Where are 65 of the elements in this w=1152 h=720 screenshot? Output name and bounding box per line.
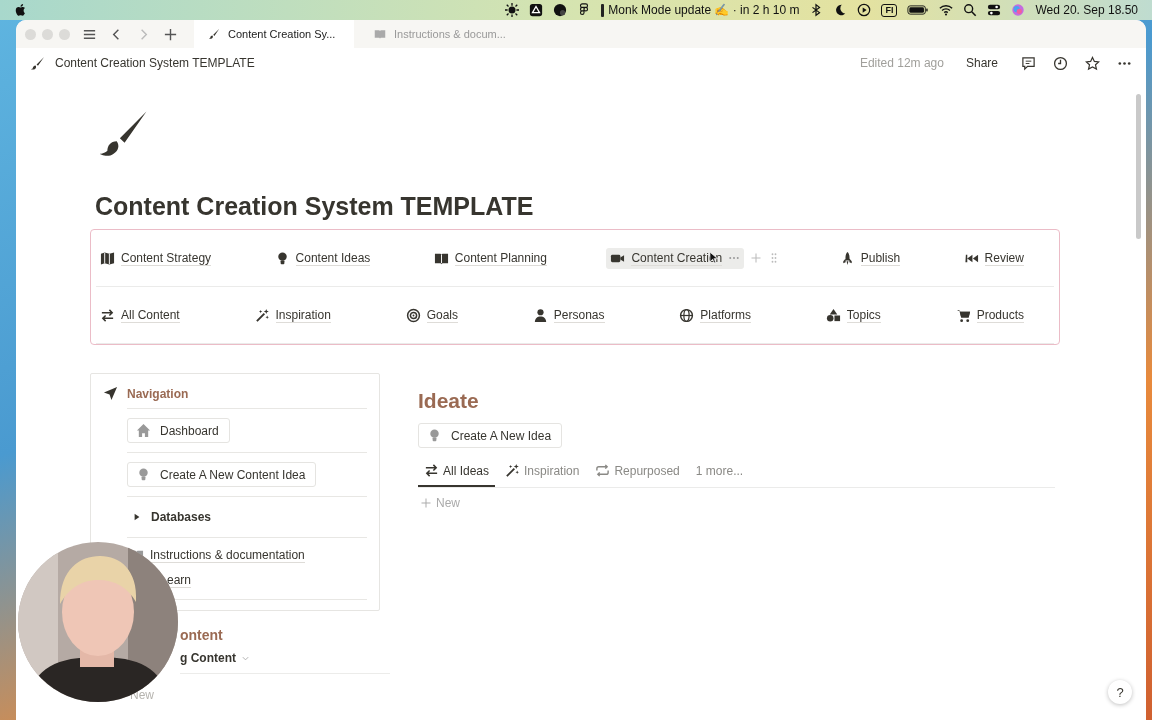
map-icon	[100, 250, 115, 266]
search-icon[interactable]	[963, 3, 978, 17]
page-link[interactable]: Personas	[528, 304, 609, 326]
page-link[interactable]: Review	[959, 247, 1028, 269]
page-link[interactable]: Topics	[821, 304, 885, 326]
cart-icon	[955, 307, 971, 323]
page-link[interactable]: Publish	[835, 247, 905, 269]
location-arrow-icon	[103, 386, 118, 401]
globe-icon	[679, 307, 695, 323]
apple-icon[interactable]	[14, 3, 28, 17]
page-link[interactable]: Content Strategy	[96, 247, 216, 269]
view-tab[interactable]: All Ideas	[418, 458, 496, 487]
wifi-icon[interactable]	[939, 3, 954, 17]
edited-time: Edited 12m ago	[859, 56, 944, 70]
comment-icon[interactable]	[1021, 55, 1036, 71]
caret-icon	[133, 513, 141, 521]
focus-event[interactable]: Monk Mode update ✍ · in 2 h 10 m	[608, 3, 800, 17]
more-views-button[interactable]: 1 more...	[689, 458, 750, 487]
new-tab-icon[interactable]	[163, 26, 178, 42]
clock-icon[interactable]	[1053, 55, 1068, 71]
target-icon	[405, 307, 421, 323]
shapes-icon	[825, 307, 841, 323]
lightbulb-icon	[136, 467, 151, 482]
sun-icon[interactable]	[505, 3, 520, 17]
browser-tab[interactable]: Content Creation Sy...	[194, 20, 354, 48]
link-button[interactable]: Create A New Content Idea	[127, 462, 317, 487]
page-link[interactable]: Content Ideas	[270, 247, 375, 269]
lightbulb-icon	[427, 428, 442, 443]
page-link[interactable]: All Content	[96, 304, 184, 326]
control-center-icon[interactable]	[987, 3, 1002, 17]
share-button[interactable]: Share	[959, 56, 1004, 70]
databases-toggle[interactable]: Databases	[127, 506, 218, 528]
battery-icon[interactable]	[907, 3, 930, 17]
star-icon[interactable]	[1085, 55, 1100, 71]
magic-wand-icon	[254, 307, 270, 323]
play-icon[interactable]	[857, 3, 872, 17]
breadcrumb[interactable]: Content Creation System TEMPLATE	[55, 56, 255, 70]
repeat-icon	[595, 463, 611, 478]
house-icon	[136, 423, 151, 438]
page-link[interactable]: Instructions & documentation	[150, 548, 305, 563]
view-selector[interactable]: g Content	[180, 651, 250, 665]
page-link[interactable]: Platforms	[675, 304, 755, 326]
page-link[interactable]: Content Planning	[429, 247, 551, 269]
moon-icon[interactable]	[833, 3, 848, 17]
view-tab[interactable]: Inspiration	[499, 458, 586, 487]
page-title: Content Creation System TEMPLATE	[95, 192, 535, 221]
help-button[interactable]: ?	[1108, 680, 1132, 704]
section-heading: Navigation	[127, 386, 189, 401]
arrows-icon	[100, 307, 115, 323]
person-icon	[532, 307, 548, 323]
page-link[interactable]: Goals	[401, 304, 463, 326]
clock[interactable]: Wed 20. Sep 18.50	[1035, 3, 1138, 17]
book-icon	[374, 28, 386, 40]
arrows-icon	[424, 463, 439, 478]
view-tab[interactable]: Repurposed	[589, 458, 686, 487]
magic-wand-icon	[505, 463, 521, 478]
triangle-icon[interactable]	[529, 3, 544, 17]
section-heading: ontent	[180, 627, 223, 643]
section-heading: Ideate	[418, 389, 480, 413]
page-link[interactable]: Inspiration	[250, 304, 335, 326]
plus-icon	[420, 497, 432, 509]
create-idea-button[interactable]: Create A New Idea	[418, 423, 563, 448]
page-link[interactable]: Products	[951, 304, 1028, 326]
input-source-badge[interactable]: FI	[881, 3, 898, 17]
link-button[interactable]: Dashboard	[127, 418, 230, 443]
